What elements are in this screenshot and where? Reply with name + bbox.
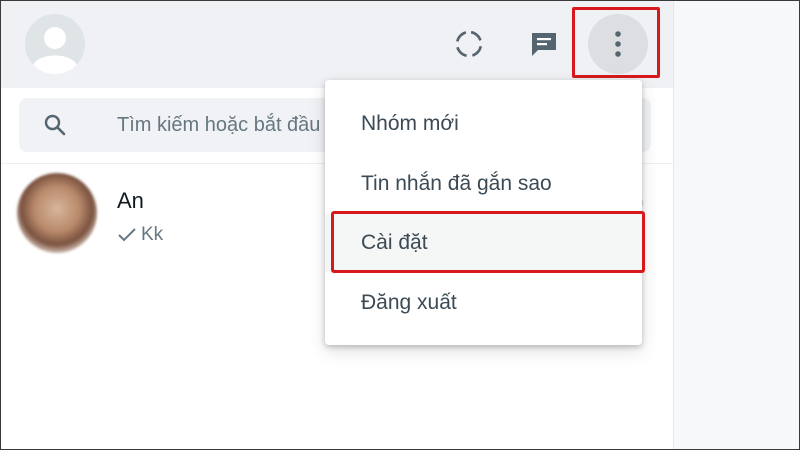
menu-button-highlight (572, 7, 660, 78)
menu-item-starred-messages[interactable]: Tin nhắn đã gắn sao (325, 155, 642, 213)
status-button[interactable] (447, 22, 491, 66)
search-icon (43, 113, 67, 142)
profile-avatar[interactable] (25, 14, 85, 74)
menu-item-label: Nhóm mới (361, 112, 459, 135)
new-chat-button[interactable] (522, 22, 566, 66)
search-placeholder: Tìm kiếm hoặc bắt đầu (117, 114, 321, 136)
menu-item-new-group[interactable]: Nhóm mới (325, 95, 642, 153)
person-icon (33, 27, 77, 74)
menu-item-label: Tin nhắn đã gắn sao (361, 172, 552, 195)
message-preview-text: Kk (141, 224, 164, 245)
status-ring-icon (455, 30, 483, 58)
single-check-icon (118, 228, 136, 242)
contact-avatar (17, 173, 97, 253)
conversation-pane (674, 1, 799, 449)
message-icon (532, 33, 556, 56)
menu-item-label: Đăng xuất (361, 291, 457, 314)
message-preview: Kk (117, 224, 163, 246)
contact-name: An (117, 188, 144, 213)
settings-highlight (331, 211, 645, 273)
menu-item-logout[interactable]: Đăng xuất (325, 274, 642, 332)
